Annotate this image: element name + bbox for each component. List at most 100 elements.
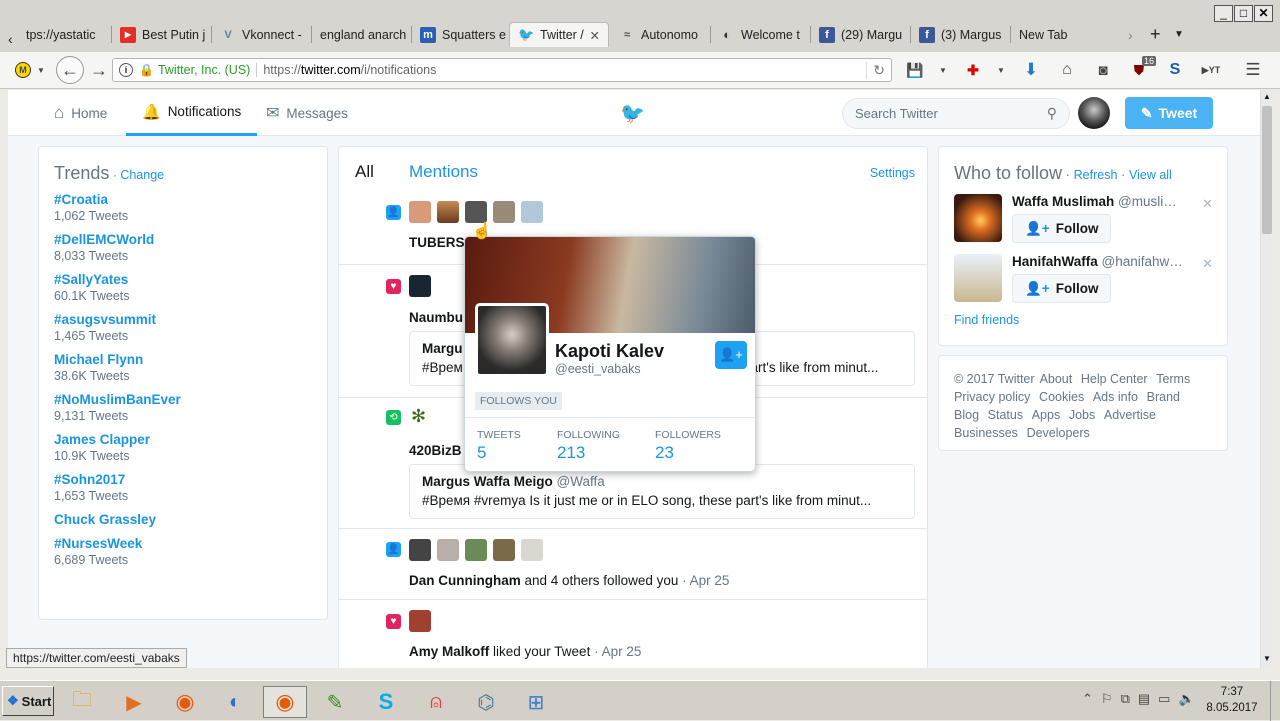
browser-tab-0[interactable]: tps://yastatic: [18, 22, 110, 47]
follow-button[interactable]: 👤+ Follow: [1012, 214, 1112, 243]
trend-item[interactable]: #asugsvsummit 1,465 Tweets: [54, 312, 312, 343]
footer-link[interactable]: Developers: [1027, 426, 1090, 440]
footer-link[interactable]: Ads info: [1093, 390, 1138, 404]
twitter-logo-icon[interactable]: 🐦: [620, 101, 645, 126]
start-button[interactable]: ❖ Start: [2, 686, 54, 716]
trend-name[interactable]: #Croatia: [54, 192, 312, 207]
page-scrollbar[interactable]: ▲ ▼: [1260, 90, 1273, 668]
footer-link[interactable]: Blog: [954, 408, 979, 422]
scroll-down-icon[interactable]: ▼: [1261, 654, 1273, 666]
avatar[interactable]: [409, 610, 431, 632]
ublock-icon[interactable]: ⛊ 16: [1128, 56, 1156, 81]
suggested-user-name[interactable]: HanifahWaffa: [1012, 254, 1098, 269]
avatar[interactable]: [493, 539, 515, 561]
site-identity-label[interactable]: Twitter, Inc. (US): [158, 63, 258, 77]
settings-link[interactable]: Settings: [870, 166, 915, 180]
trend-item[interactable]: #Croatia 1,062 Tweets: [54, 192, 312, 223]
search-input[interactable]: Search Twitter ⚲: [842, 98, 1070, 129]
explorer-taskbar-icon[interactable]: 🗀: [62, 686, 102, 718]
notepad-taskbar-icon[interactable]: ✎: [315, 686, 355, 718]
tray-expand-icon[interactable]: ⌃: [1082, 691, 1093, 707]
follow-user-button[interactable]: 👤+: [715, 341, 747, 369]
addon-m-icon[interactable]: M: [15, 62, 31, 78]
notification-like-2[interactable]: ♥ Amy Malkoff liked your Tweet · Apr 25: [339, 600, 927, 668]
dismiss-icon[interactable]: ✕: [1202, 256, 1213, 272]
download-icon[interactable]: ⬇: [1020, 59, 1042, 81]
avatar[interactable]: [465, 201, 487, 223]
footer-link[interactable]: About: [1040, 372, 1073, 386]
footer-link[interactable]: Advertise: [1104, 408, 1156, 422]
find-friends-link[interactable]: Find friends: [954, 313, 1019, 327]
suggested-user-avatar[interactable]: [954, 194, 1002, 242]
notification-name[interactable]: Amy Malkoff: [409, 644, 489, 659]
menu-icon[interactable]: ☰: [1242, 59, 1264, 81]
trend-item[interactable]: Michael Flynn 38.6K Tweets: [54, 352, 312, 383]
profile-handle[interactable]: @eesti_vabaks: [555, 362, 641, 376]
minimize-window-button[interactable]: _: [1214, 5, 1233, 22]
windows-taskbar-icon[interactable]: ⊞: [516, 686, 556, 718]
close-tab-icon[interactable]: ✕: [590, 28, 600, 43]
browser-tab-6[interactable]: ≈ Autonomo: [611, 22, 709, 47]
trend-item[interactable]: #NursesWeek 6,689 Tweets: [54, 536, 312, 567]
maximize-window-button[interactable]: □: [1234, 5, 1253, 22]
notification-follow-2[interactable]: 👤 Dan Cunningham and 4 others followed y…: [339, 529, 927, 600]
browser-tab-7[interactable]: ◐ Welcome t: [711, 22, 809, 47]
avatar[interactable]: [521, 201, 543, 223]
avatar[interactable]: [409, 275, 431, 297]
firefox-taskbar-icon[interactable]: ◉: [165, 686, 205, 718]
notification-name[interactable]: Naumbu: [409, 310, 463, 325]
follow-button[interactable]: 👤+ Follow: [1012, 274, 1112, 303]
tab-mentions[interactable]: Mentions: [409, 162, 478, 182]
avatar[interactable]: [437, 539, 459, 561]
profile-name[interactable]: Kapoti Kalev: [555, 341, 664, 362]
avatar[interactable]: [409, 201, 431, 223]
footer-link[interactable]: Businesses: [954, 426, 1018, 440]
tab-scroll-left-button[interactable]: ‹: [8, 26, 18, 51]
tray-monitor-icon[interactable]: ▭: [1158, 691, 1170, 707]
browser-tab-4[interactable]: m Squatters e: [412, 22, 508, 47]
reload-icon[interactable]: ↻: [866, 61, 885, 79]
tab-all[interactable]: All: [355, 162, 374, 182]
firefox-active-taskbar-icon[interactable]: ◉: [263, 686, 307, 718]
browser-tab-2[interactable]: V Vkonnect -: [212, 22, 310, 47]
clock[interactable]: 7:37 8.05.2017: [1200, 684, 1264, 716]
trends-change-link[interactable]: Change: [120, 168, 164, 182]
browser-tab-3[interactable]: england anarch: [312, 22, 410, 47]
new-tab-button[interactable]: +: [1150, 22, 1168, 47]
footer-link[interactable]: Apps: [1032, 408, 1061, 422]
trend-item[interactable]: Chuck Grassley: [54, 512, 312, 527]
footer-link[interactable]: Brand: [1147, 390, 1180, 404]
avatar[interactable]: [437, 201, 459, 223]
browser-tab-10[interactable]: New Tab: [1011, 22, 1111, 47]
skype-taskbar-icon[interactable]: S: [366, 686, 406, 718]
pocket-icon[interactable]: ◙: [1092, 59, 1114, 81]
dismiss-icon[interactable]: ✕: [1202, 196, 1213, 212]
notification-name[interactable]: TUBERS: [409, 235, 465, 250]
wtf-refresh-link[interactable]: Refresh: [1074, 168, 1118, 182]
suggested-user-handle[interactable]: @musli…: [1118, 194, 1177, 209]
notification-time[interactable]: Apr 25: [690, 573, 730, 588]
skype-ext-icon[interactable]: S: [1164, 59, 1186, 81]
browser-tab-9[interactable]: f (3) Margus: [911, 22, 1009, 47]
suggested-user-avatar[interactable]: [954, 254, 1002, 302]
nav-home[interactable]: ⌂ Home: [54, 90, 107, 136]
home-icon[interactable]: ⌂: [1056, 59, 1078, 81]
notification-name[interactable]: Dan Cunningham: [409, 573, 521, 588]
browser-tab-1[interactable]: ▶ Best Putin j: [112, 22, 210, 47]
trend-name[interactable]: Chuck Grassley: [54, 512, 312, 527]
profile-hovercard[interactable]: Kapoti Kalev @eesti_vabaks 👤+ FOLLOWS YO…: [464, 236, 756, 472]
avatar[interactable]: [465, 539, 487, 561]
nav-notifications[interactable]: 🔔 Notifications: [126, 90, 258, 136]
show-desktop-button[interactable]: [1270, 681, 1280, 721]
tray-network-icon[interactable]: ▤: [1138, 691, 1150, 707]
trend-name[interactable]: #NursesWeek: [54, 536, 312, 551]
browser-tab-twitter[interactable]: 🐦 Twitter / ✕: [509, 22, 609, 47]
thunderbird-taskbar-icon[interactable]: ◐: [215, 686, 255, 718]
footer-link[interactable]: Cookies: [1039, 390, 1084, 404]
media-player-taskbar-icon[interactable]: ▶: [114, 686, 154, 718]
avatar[interactable]: [409, 539, 431, 561]
back-button[interactable]: ←: [56, 56, 84, 84]
addon-dropdown-icon[interactable]: ▼: [34, 59, 48, 81]
quoted-tweet[interactable]: Margus Waffa Meigo @Waffa #Время #vremya…: [409, 464, 915, 519]
trend-name[interactable]: #NoMuslimBanEver: [54, 392, 312, 407]
